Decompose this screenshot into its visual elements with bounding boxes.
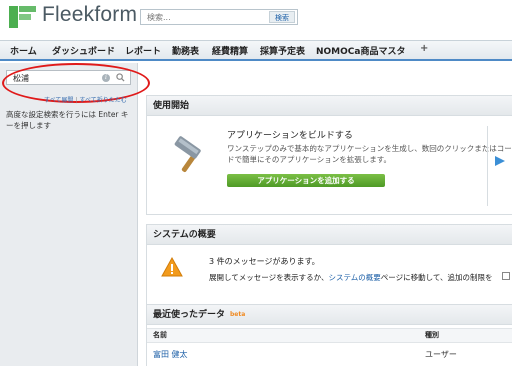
fleekform-logo-icon <box>9 6 36 28</box>
system-overview-header: システムの概要 <box>147 225 512 245</box>
system-overview-link[interactable]: システムの概要 <box>328 273 380 282</box>
tab-bar: ホーム ダッシュボード レポート 勤務表 経費精算 採算予定表 NOMOCa商品… <box>0 40 512 61</box>
tab-expenses[interactable]: 経費精算 <box>212 44 248 57</box>
logo-text: Fleekform <box>42 3 138 26</box>
add-application-button[interactable]: アプリケーションを追加する <box>227 174 385 187</box>
search-hint: 高度な設定検索を行うには Enter キーを押します <box>6 110 129 130</box>
getting-started-header: 使用開始 <box>147 96 512 116</box>
expand-collapse-links: すべて展開 | すべて折りたたむ <box>44 95 127 104</box>
message-count: 3 件のメッセージがあります。 <box>209 257 320 266</box>
tab-profit-plan[interactable]: 採算予定表 <box>260 44 305 57</box>
message-prefix: 展開してメッセージを表示するか、 <box>209 273 329 282</box>
recent-items-title: 最近使ったデータ <box>153 310 226 320</box>
recent-items-panel: 最近使ったデータ beta 名前 種別 富田 健太 ユーザー <box>146 304 512 366</box>
next-card-icon <box>495 156 505 166</box>
warning-icon <box>161 257 183 277</box>
global-search: 検索 <box>140 9 298 25</box>
add-tab-button[interactable]: + <box>420 43 428 54</box>
panel-divider <box>487 126 488 206</box>
header: Fleekform 検索 <box>0 0 512 40</box>
global-search-input[interactable] <box>141 10 261 24</box>
tab-nomoca-products[interactable]: NOMOCa商品マスタ <box>316 44 405 57</box>
table-header-row <box>147 328 512 343</box>
beta-badge: beta <box>230 311 246 318</box>
recent-item-name[interactable]: 富田 健太 <box>153 349 188 360</box>
setup-sidebar: 松浦 i すべて展開 | すべて折りたたむ 高度な設定検索を行うには Enter キ… <box>0 63 150 366</box>
hammer-icon <box>174 136 201 173</box>
tab-reports[interactable]: レポート <box>125 44 161 57</box>
recent-items-header: 最近使ったデータ beta <box>147 305 512 325</box>
link-separator: | <box>75 97 78 104</box>
message-detail: 展開してメッセージを表示するか、システムの概要ページに移動して、追加の制限を <box>209 272 493 283</box>
main-content: 使用開始 アプリケーションをビルドする ワンステップのみで基本的なアプリケーショ… <box>146 63 512 366</box>
build-app-description: ワンステップのみで基本的なアプリケーションを生成し、数回のクリックまたはコードで… <box>227 144 512 164</box>
column-name: 名前 <box>153 331 167 339</box>
collapse-all-link[interactable]: すべて折りたたむ <box>79 97 126 104</box>
dismiss-checkbox[interactable] <box>502 272 510 280</box>
tab-dashboard[interactable]: ダッシュボード <box>52 44 115 57</box>
tab-timesheet[interactable]: 勤務表 <box>172 44 199 57</box>
expand-all-link[interactable]: すべて展開 <box>44 97 73 104</box>
message-suffix: ページに移動して、追加の制限を <box>380 273 493 282</box>
search-button[interactable]: 検索 <box>269 11 295 23</box>
build-app-title: アプリケーションをビルドする <box>227 131 353 141</box>
recent-item-type: ユーザー <box>425 350 457 359</box>
getting-started-panel: 使用開始 アプリケーションをビルドする ワンステップのみで基本的なアプリケーショ… <box>146 95 512 215</box>
tab-home[interactable]: ホーム <box>10 44 37 57</box>
column-type: 種別 <box>425 331 439 339</box>
